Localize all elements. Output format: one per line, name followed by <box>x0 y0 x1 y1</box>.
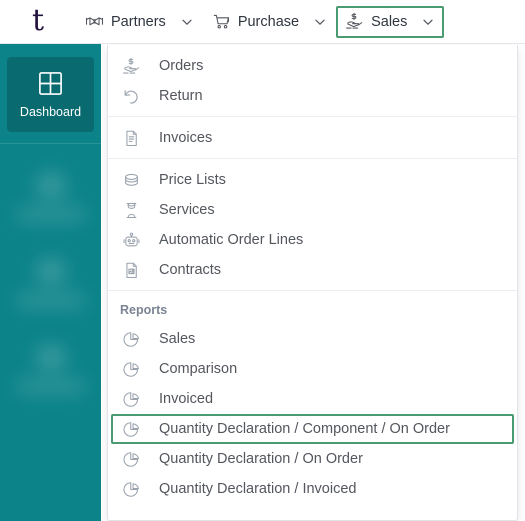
menu-label-automatic-order-lines: Automatic Order Lines <box>159 232 304 248</box>
menu-label-report-comparison: Comparison <box>159 361 238 377</box>
menu-label-services: Services <box>159 202 215 218</box>
top-nav-items: Partners Purchase Sales <box>76 0 445 44</box>
nav-item-sales[interactable]: Sales <box>336 5 445 38</box>
menu-label-invoices: Invoices <box>159 130 213 146</box>
top-navigation-bar: t Partners Purchase Sales <box>0 0 525 44</box>
placeholder-label <box>16 292 85 308</box>
menu-label-report-qty-declaration-invoiced: Quantity Declaration / Invoiced <box>159 481 357 497</box>
menu-group-orders: Orders Return <box>108 45 517 116</box>
pie-chart-icon <box>122 360 141 379</box>
menu-item-report-sales[interactable]: Sales <box>111 324 514 354</box>
hand-dollar-icon <box>122 57 141 76</box>
nav-label-purchase: Purchase <box>237 13 300 30</box>
grid-icon <box>37 70 64 97</box>
menu-group-invoices: Invoices <box>108 116 517 158</box>
sidebar-placeholder-item <box>0 240 101 326</box>
sidebar-item-label-dashboard: Dashboard <box>19 105 82 119</box>
menu-item-report-comparison[interactable]: Comparison <box>111 354 514 384</box>
placeholder-icon <box>36 344 65 370</box>
sidebar-placeholder-item <box>0 154 101 240</box>
menu-label-return: Return <box>159 88 203 104</box>
robot-icon <box>122 231 141 250</box>
document-image-icon <box>122 261 141 280</box>
pie-chart-icon <box>122 450 141 469</box>
shopping-cart-icon <box>212 12 231 31</box>
nav-label-partners: Partners <box>111 13 166 30</box>
undo-arrow-icon <box>122 87 141 106</box>
menu-item-orders[interactable]: Orders <box>111 51 514 81</box>
brand-logo[interactable]: t <box>0 0 76 44</box>
menu-item-report-invoiced[interactable]: Invoiced <box>111 384 514 414</box>
hourglass-icon <box>122 201 141 220</box>
menu-label-report-qty-declaration-on-order: Quantity Declaration / On Order <box>159 451 363 467</box>
hand-dollar-icon <box>345 12 364 31</box>
chevron-down-icon[interactable] <box>313 15 327 29</box>
placeholder-label <box>16 206 85 222</box>
menu-item-services[interactable]: Services <box>111 195 514 225</box>
menu-label-price-lists: Price Lists <box>159 172 226 188</box>
menu-item-contracts[interactable]: Contracts <box>111 255 514 285</box>
menu-group-catalog: Price Lists Services Automatic Order Lin… <box>108 158 517 290</box>
sidebar-placeholder-items <box>0 154 101 412</box>
menu-label-report-qty-declaration-component-on-order: Quantity Declaration / Component / On Or… <box>159 421 450 437</box>
sidebar-divider <box>0 143 101 144</box>
menu-group-reports: Reports Sales Comparison Invoiced Quanti… <box>108 290 517 509</box>
pie-chart-icon <box>122 480 141 499</box>
nav-item-partners[interactable]: Partners <box>76 6 203 38</box>
menu-item-report-qty-declaration-on-order[interactable]: Quantity Declaration / On Order <box>111 444 514 474</box>
menu-item-return[interactable]: Return <box>111 81 514 111</box>
menu-item-report-qty-declaration-component-on-order[interactable]: Quantity Declaration / Component / On Or… <box>111 414 514 444</box>
placeholder-icon <box>36 258 65 284</box>
chevron-down-icon[interactable] <box>421 15 435 29</box>
sales-dropdown-menu: Orders Return Invoices Price Lists Servi… <box>107 45 518 521</box>
sidebar-item-dashboard[interactable]: Dashboard <box>7 57 94 132</box>
menu-label-report-invoiced: Invoiced <box>159 391 214 407</box>
menu-group-title-reports: Reports <box>120 303 168 317</box>
chevron-down-icon[interactable] <box>180 15 194 29</box>
menu-label-report-sales: Sales <box>159 331 196 347</box>
placeholder-icon <box>36 172 65 198</box>
menu-label-orders: Orders <box>159 58 204 74</box>
nav-label-sales: Sales <box>371 13 408 30</box>
document-lines-icon <box>122 129 141 148</box>
handshake-icon <box>85 12 104 31</box>
menu-label-contracts: Contracts <box>159 262 222 278</box>
sidebar-placeholder-item <box>0 326 101 412</box>
nav-item-purchase[interactable]: Purchase <box>203 6 336 38</box>
pie-chart-icon <box>122 330 141 349</box>
left-sidebar: Dashboard <box>0 44 101 521</box>
placeholder-label <box>16 378 85 394</box>
menu-item-automatic-order-lines[interactable]: Automatic Order Lines <box>111 225 514 255</box>
pie-chart-icon <box>122 420 141 439</box>
menu-item-report-qty-declaration-invoiced[interactable]: Quantity Declaration / Invoiced <box>111 474 514 504</box>
stacked-coins-icon <box>122 171 141 190</box>
menu-item-invoices[interactable]: Invoices <box>111 123 514 153</box>
pie-chart-icon <box>122 390 141 409</box>
menu-item-price-lists[interactable]: Price Lists <box>111 165 514 195</box>
